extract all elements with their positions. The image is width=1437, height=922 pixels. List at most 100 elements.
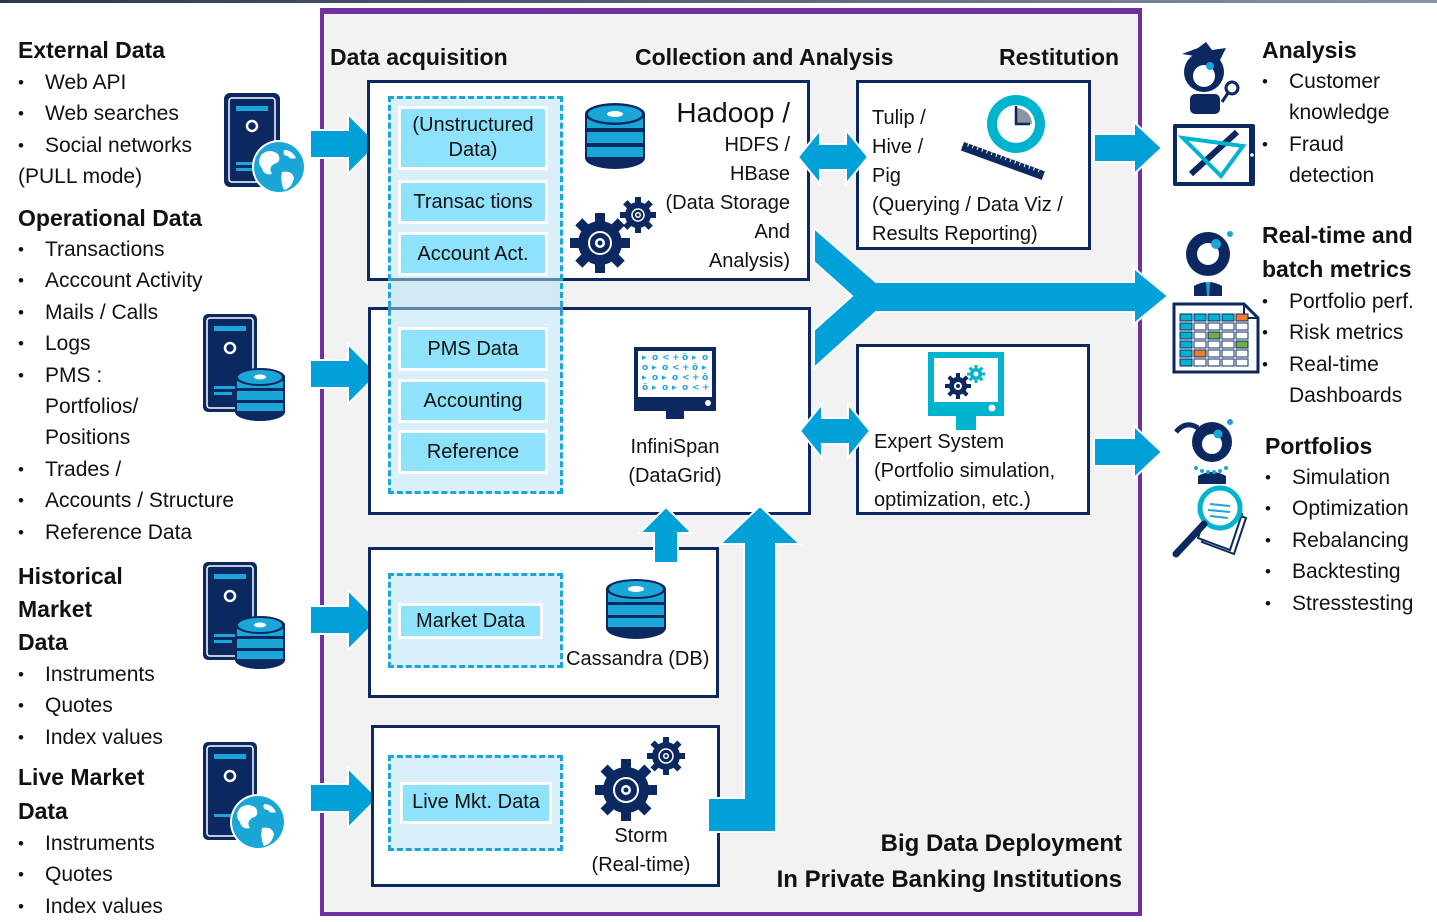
- diagram-title-line: Big Data Deployment: [880, 830, 1122, 857]
- output-analysis: Analysis Customer knowledge Fraud detect…: [1262, 34, 1389, 192]
- svg-text:ö: ö: [642, 383, 648, 393]
- column-title-collection: Collection and Analysis: [635, 44, 894, 70]
- expert-line: (Portfolio simulation,: [874, 460, 1056, 482]
- source-title: External Data: [18, 37, 166, 63]
- arrow-up-icon: [637, 505, 695, 564]
- output-portfolios: Portfolios Simulation Optimization Rebal…: [1265, 430, 1413, 619]
- svg-text:o: o: [662, 363, 668, 373]
- hadoop-line: (Data Storage: [665, 192, 790, 214]
- column-title-restitution: Restitution: [999, 44, 1120, 70]
- arrow-right-icon: [309, 765, 380, 831]
- spreadsheet-report-icon: [1172, 302, 1260, 374]
- gears-icon: [595, 737, 685, 821]
- svg-text:▸: ▸: [672, 383, 677, 393]
- svg-text:▸: ▸: [642, 373, 647, 383]
- hadoop-line: HDFS /: [724, 134, 790, 156]
- svg-text:ö: ö: [682, 353, 688, 363]
- svg-text:o: o: [652, 373, 658, 383]
- list-item: Index values: [18, 891, 163, 922]
- svg-text:o: o: [642, 363, 648, 373]
- source-external-data: External Data Web API Web searches Socia…: [18, 34, 192, 192]
- arrow-right-icon: [1093, 119, 1164, 177]
- expert-line: Expert System: [874, 431, 1005, 453]
- chip-transactions: Transac tions: [398, 180, 548, 224]
- magnifier-documents-icon: [1172, 485, 1248, 558]
- list-item: Transactions: [18, 234, 234, 266]
- list-item: Trades /: [18, 454, 234, 486]
- svg-text:<: <: [662, 353, 670, 363]
- list-item: Optimization: [1265, 493, 1413, 525]
- manager-person-icon: [1186, 231, 1233, 296]
- chip-accounting: Accounting: [398, 379, 548, 423]
- continuation-text: Portfolios/: [45, 395, 139, 419]
- arrow-up-bent-icon: [707, 504, 803, 833]
- chip-account-activity: Account Act.: [398, 232, 548, 276]
- svg-text:▸: ▸: [702, 363, 707, 373]
- diagram-title-line: In Private Banking Institutions: [776, 866, 1122, 893]
- output-realtime-metrics: Real-time and batch metrics Portfolio pe…: [1262, 218, 1414, 412]
- source-historical-market-data: Historical Market Data Instruments Quote…: [18, 560, 163, 754]
- svg-text:▸: ▸: [662, 373, 667, 383]
- source-title-line: Data: [18, 629, 68, 655]
- analyst-person-icon: [1182, 42, 1240, 114]
- list-item: Web API: [18, 67, 192, 99]
- list-item-continuation: detection: [1289, 164, 1375, 188]
- list-item: Simulation: [1265, 462, 1413, 494]
- chip-market-data: Market Data: [398, 603, 543, 639]
- hadoop-line: And: [754, 221, 790, 243]
- server-database-icon: [203, 314, 285, 421]
- source-title-line: Historical: [18, 563, 123, 589]
- list-item: Acccount Activity: [18, 265, 234, 297]
- arrow-bidirectional-icon: [798, 401, 872, 461]
- merge-arrow-icon: [813, 225, 1170, 371]
- svg-text:+: +: [682, 363, 690, 373]
- svg-text:o: o: [662, 383, 668, 393]
- storm-label: Storm (Real-time): [566, 822, 716, 880]
- infinispan-label: InfiniSpan (DataGrid): [600, 433, 750, 491]
- list-item: Reference Data: [18, 517, 234, 549]
- server-database-icon: [203, 562, 285, 669]
- hadoop-line: Analysis): [708, 250, 790, 272]
- svg-text:▸: ▸: [652, 363, 657, 373]
- chip-pms-data: PMS Data: [398, 327, 548, 371]
- svg-text:<: <: [672, 363, 680, 373]
- list-item: Stresstesting: [1265, 588, 1413, 620]
- arrow-bidirectional-icon: [796, 127, 870, 187]
- svg-text:▸: ▸: [692, 353, 697, 363]
- svg-text:<: <: [692, 383, 700, 393]
- column-title-acquisition: Data acquisition: [330, 44, 508, 70]
- diagram-title: Big Data Deployment In Private Banking I…: [700, 826, 1122, 898]
- source-title-line: Market: [18, 596, 93, 622]
- datagrid-monitor-icon: ▸ o < + ö ▸ oo ▸ o < + ö ▸▸ o ▸ o < + öö ▸ o ▸ o < +: [634, 347, 716, 419]
- list-item: Risk metrics: [1262, 317, 1414, 349]
- svg-text:<: <: [682, 373, 690, 383]
- chip-reference: Reference: [398, 430, 548, 474]
- list-item: Index values: [18, 722, 163, 754]
- storm-line: (Real-time): [591, 854, 691, 876]
- output-title-line: batch metrics: [1262, 256, 1412, 282]
- svg-text:+: +: [702, 383, 710, 393]
- list-item: Rebalancing: [1265, 525, 1413, 557]
- database-icon: [585, 103, 645, 169]
- list-item: Quotes: [18, 859, 163, 891]
- tulip-line: Pig: [872, 165, 901, 187]
- output-title: Analysis: [1262, 37, 1357, 63]
- cassandra-label: Cassandra (DB): [566, 648, 710, 670]
- arrow-right-icon: [1093, 423, 1164, 481]
- output-title-line: Real-time and: [1262, 222, 1413, 248]
- source-title-line: Live Market: [18, 764, 145, 790]
- source-live-market-data: Live Market Data Instruments Quotes Inde…: [18, 760, 163, 922]
- list-item: Web searches: [18, 98, 192, 130]
- database-icon: [606, 579, 666, 639]
- svg-text:+: +: [672, 353, 680, 363]
- infinispan-line: (DataGrid): [628, 465, 722, 487]
- hadoop-line: HBase: [729, 163, 790, 185]
- list-item: Instruments: [18, 828, 163, 860]
- list-item-continuation: knowledge: [1289, 101, 1390, 125]
- storm-line: Storm: [614, 825, 668, 847]
- source-title-line: Data: [18, 798, 68, 824]
- hadoop-name: Hadoop /: [676, 97, 790, 128]
- list-item: Social networks: [18, 130, 192, 162]
- svg-text:▸: ▸: [652, 383, 657, 393]
- output-title: Portfolios: [1265, 433, 1373, 459]
